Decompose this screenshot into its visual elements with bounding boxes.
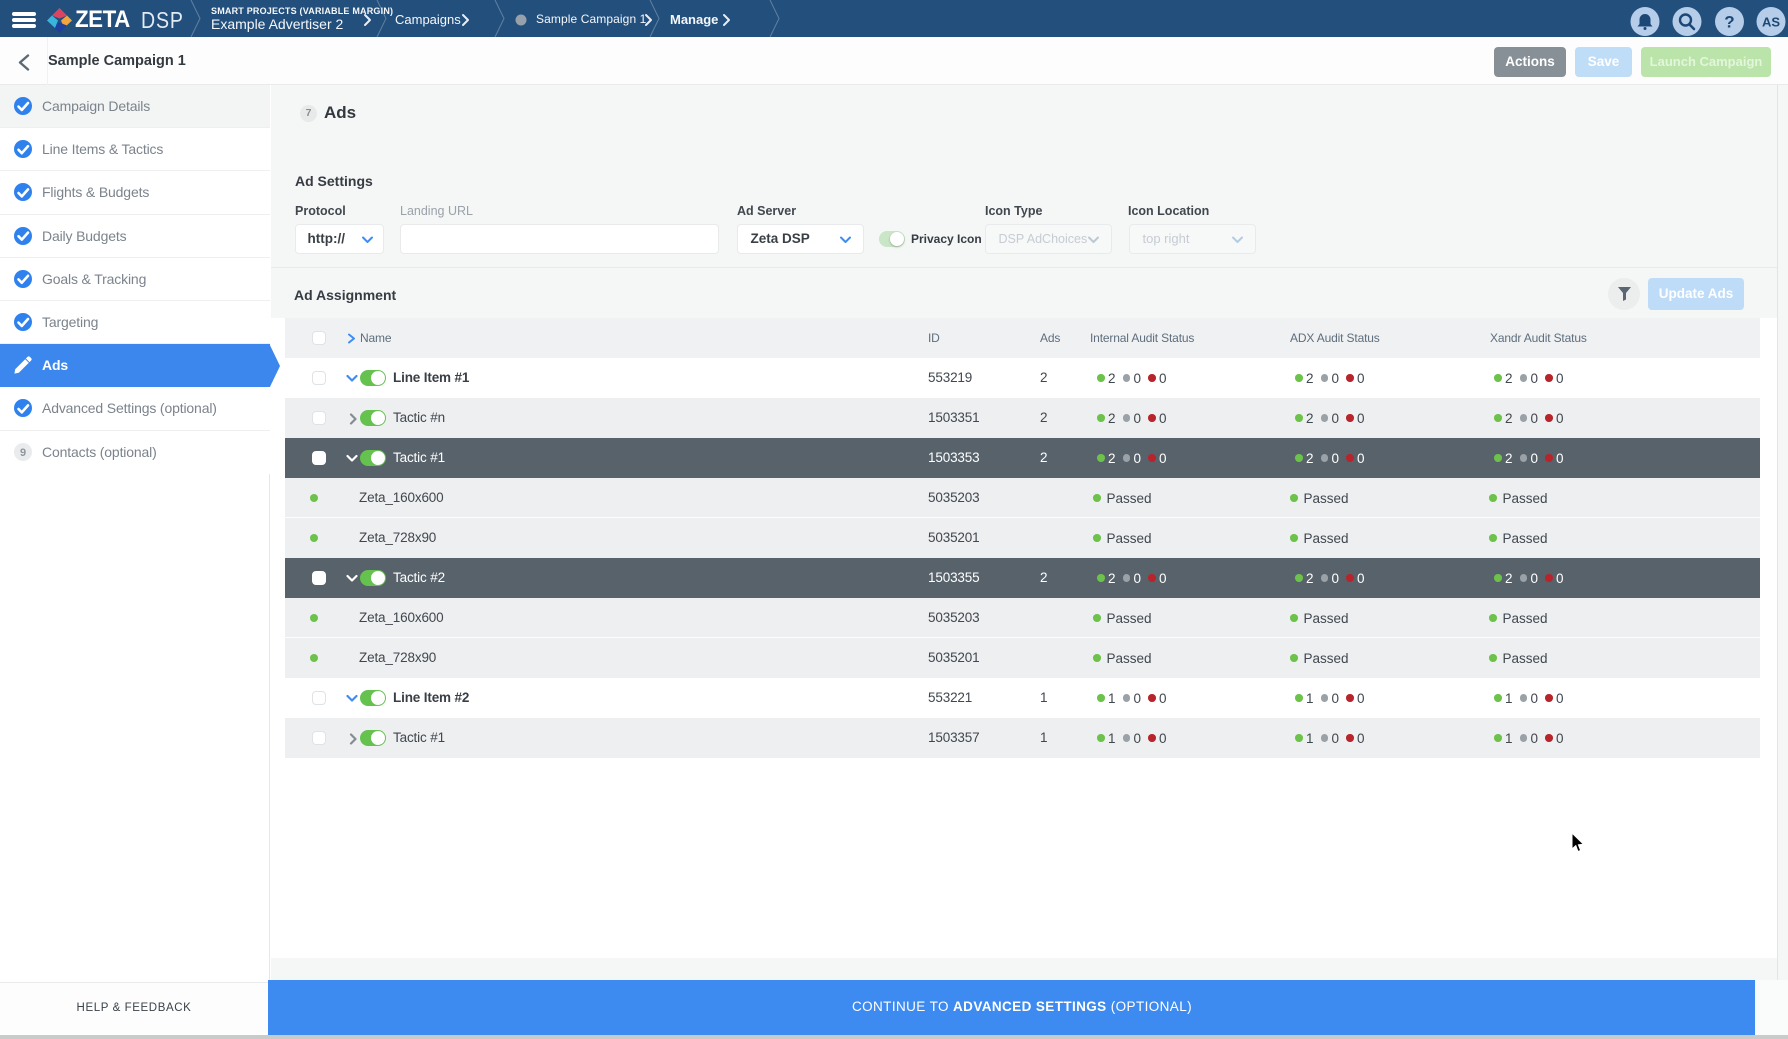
svg-text:?: ? xyxy=(1724,12,1734,31)
svg-text:9: 9 xyxy=(20,447,26,459)
svg-text:AS: AS xyxy=(1762,14,1780,29)
